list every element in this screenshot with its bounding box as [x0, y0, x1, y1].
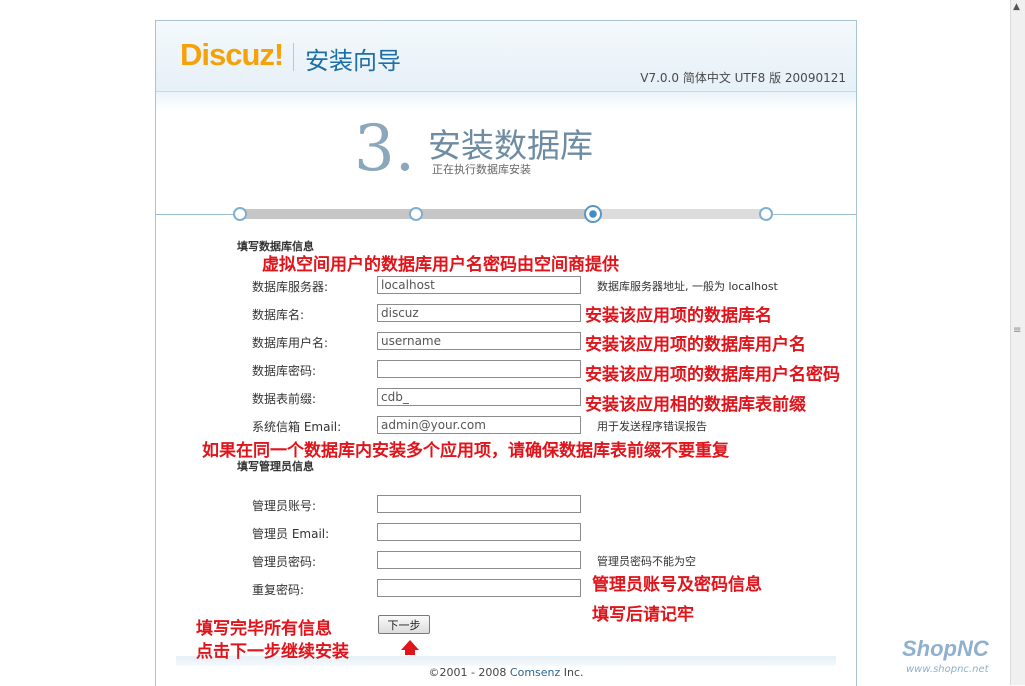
- shopnc-watermark-url: www.shopnc.net: [906, 664, 989, 675]
- db-name-label: 数据库名:: [252, 308, 305, 322]
- system-email-input[interactable]: [377, 416, 581, 434]
- header-band: [156, 92, 856, 110]
- db-user-label: 数据库用户名:: [252, 336, 329, 350]
- copyright: ©2001 - 2008 Comsenz Inc.: [156, 666, 856, 679]
- discuz-logo: Discuz!: [180, 37, 284, 72]
- repeat-password-input[interactable]: [377, 579, 581, 597]
- step-subtitle: 正在执行数据库安装: [432, 163, 531, 176]
- annotation-remember: 填写后请记牢: [592, 605, 694, 625]
- annotation-db-prefix: 安装该应用相的数据库表前缀: [585, 395, 806, 415]
- admin-password-hint: 管理员密码不能为空: [597, 555, 696, 568]
- annotation-prefix-warning: 如果在同一个数据库内安装多个应用项，请确保数据库表前缀不要重复: [202, 441, 729, 461]
- annotation-fill-all: 填写完毕所有信息: [196, 619, 332, 639]
- annotation-admin-info: 管理员账号及密码信息: [592, 575, 762, 595]
- scroll-up-arrow-icon[interactable]: ▲: [1013, 2, 1020, 12]
- db-name-input[interactable]: [377, 304, 581, 322]
- repeat-password-label: 重复密码:: [252, 583, 305, 597]
- db-prefix-input[interactable]: [377, 388, 581, 406]
- step-title: 安装数据库: [428, 126, 593, 165]
- admin-account-label: 管理员账号:: [252, 499, 317, 513]
- db-password-input[interactable]: [377, 360, 581, 378]
- system-email-hint: 用于发送程序错误报告: [597, 420, 707, 433]
- wizard-title: 安装向导: [305, 47, 401, 75]
- logo-divider: [293, 43, 294, 71]
- step-number: 3.: [354, 112, 416, 186]
- annotation-db-info: 虚拟空间用户的数据库用户名密码由空间商提供: [262, 255, 619, 275]
- db-host-hint: 数据库服务器地址, 一般为 localhost: [597, 280, 778, 293]
- progress-step-4: [759, 207, 773, 221]
- db-password-label: 数据库密码:: [252, 364, 317, 378]
- progress-step-2: [409, 207, 423, 221]
- copyright-suffix: Inc.: [560, 666, 584, 679]
- admin-password-input[interactable]: [377, 551, 581, 569]
- scroll-grip-icon[interactable]: ≡: [1013, 325, 1021, 336]
- progress-step-1: [233, 207, 247, 221]
- shopnc-watermark: ShopNC: [902, 636, 989, 661]
- vertical-scrollbar[interactable]: [1010, 0, 1025, 685]
- admin-account-input[interactable]: [377, 495, 581, 513]
- copyright-prefix: ©2001 - 2008: [428, 666, 510, 679]
- comsenz-link[interactable]: Comsenz: [510, 666, 560, 679]
- admin-password-label: 管理员密码:: [252, 555, 317, 569]
- system-email-label: 系统信箱 Email:: [252, 420, 342, 434]
- progress-step-3-current: [584, 205, 602, 223]
- db-host-input[interactable]: [377, 276, 581, 294]
- annotation-db-pass: 安装该应用项的数据库用户名密码: [585, 365, 840, 385]
- annotation-db-name: 安装该应用项的数据库名: [585, 306, 772, 326]
- next-step-button[interactable]: 下一步: [378, 615, 430, 634]
- annotation-click-next: 点击下一步继续安装: [196, 642, 349, 662]
- db-host-label: 数据库服务器:: [252, 280, 329, 294]
- admin-email-label: 管理员 Email:: [252, 527, 330, 541]
- arrow-up-icon-stem: [405, 649, 415, 655]
- db-prefix-label: 数据表前缀:: [252, 392, 317, 406]
- version-label: V7.0.0 简体中文 UTF8 版 20090121: [640, 71, 846, 85]
- annotation-db-user: 安装该应用项的数据库用户名: [585, 335, 806, 355]
- db-user-input[interactable]: [377, 332, 581, 350]
- admin-email-input[interactable]: [377, 523, 581, 541]
